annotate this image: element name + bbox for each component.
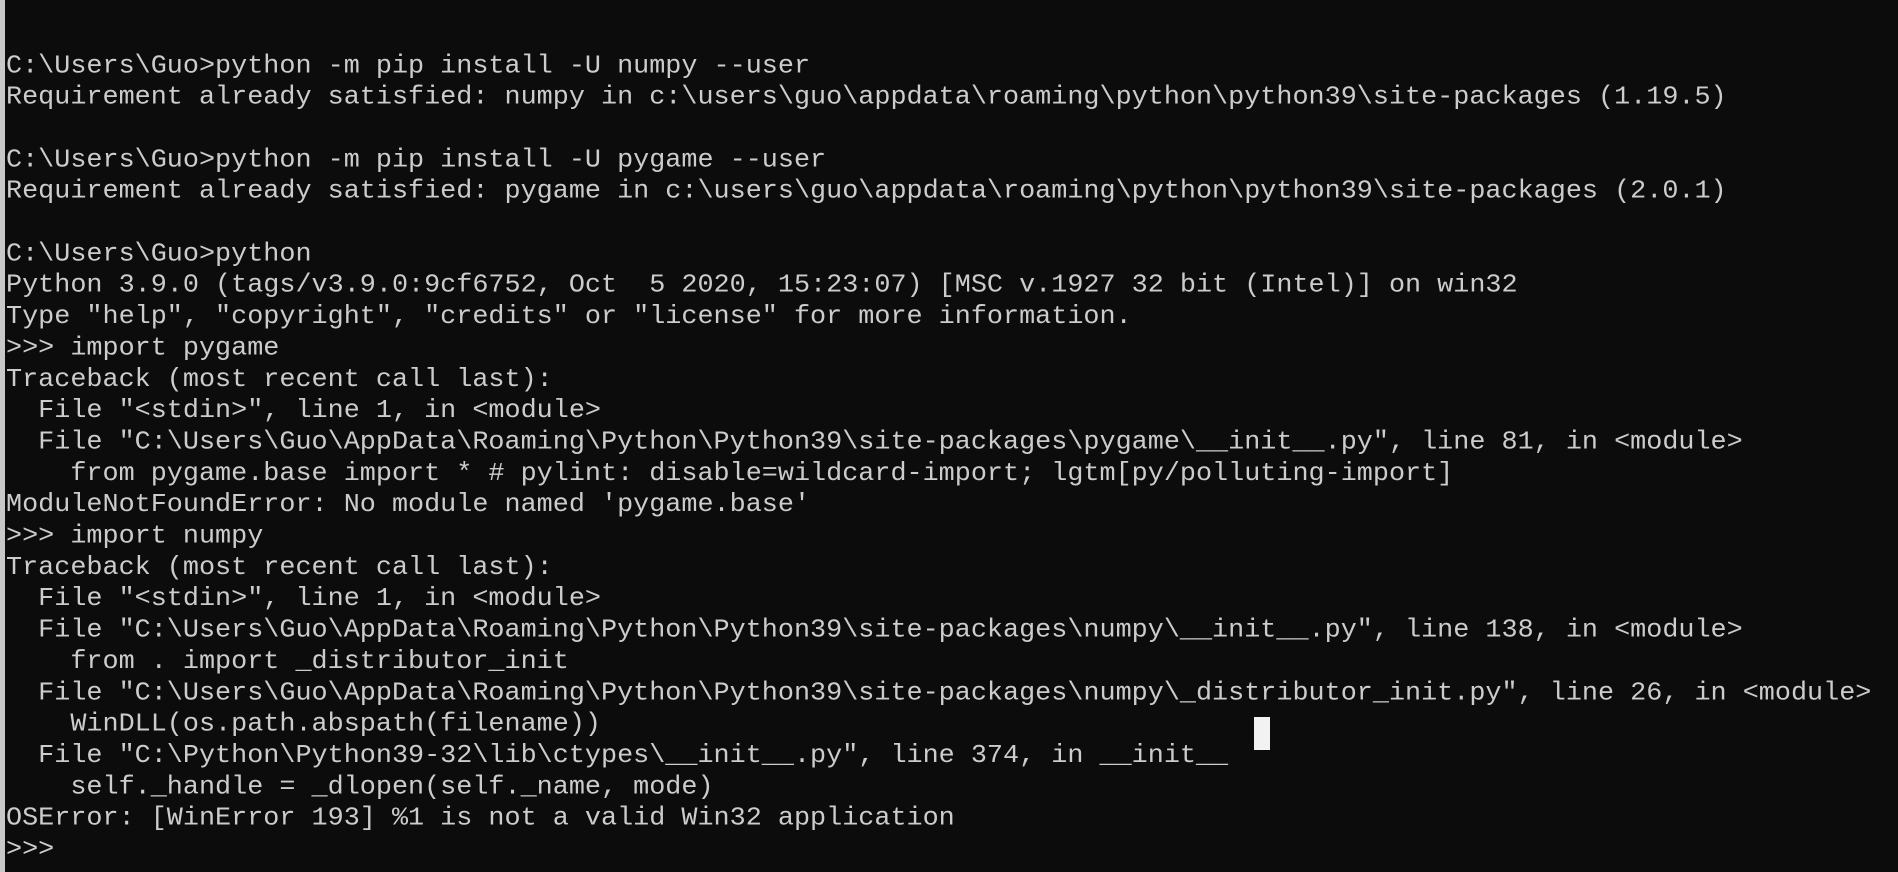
error-line-oserror: OSError: [WinError 193] %1 is not a vali… xyxy=(6,804,955,834)
traceback-frame: File "C:\Python\Python39-32\lib\ctypes\_… xyxy=(6,742,1229,771)
console-line-blank xyxy=(6,208,1871,239)
repl-line-import-numpy: >>> import numpy xyxy=(6,522,264,552)
traceback-header: Traceback (most recent call last): xyxy=(6,365,553,395)
traceback-frame: File "C:\Users\Guo\AppData\Roaming\Pytho… xyxy=(6,616,1743,646)
traceback-frame: File "<stdin>", line 1, in <module> xyxy=(6,585,601,614)
traceback-frame: File "C:\Users\Guo\AppData\Roaming\Pytho… xyxy=(6,428,1743,458)
traceback-frame: File "<stdin>", line 1, in <module> xyxy=(6,397,601,426)
traceback-source-line: self._handle = _dlopen(self._name, mode) xyxy=(6,773,714,802)
output-line-numpy-satisfied: Requirement already satisfied: numpy in … xyxy=(6,83,1727,113)
command-line-pip-install-pygame: C:\Users\Guo>python -m pip install -U py… xyxy=(6,146,827,175)
console-output[interactable]: C:\Users\Guo>python -m pip install -U nu… xyxy=(6,20,1871,866)
repl-prompt[interactable]: >>> xyxy=(6,835,1871,866)
window-left-border xyxy=(0,0,5,872)
text-cursor xyxy=(1254,717,1270,750)
repl-line-import-pygame: >>> import pygame xyxy=(6,334,280,363)
traceback-frame: File "C:\Users\Guo\AppData\Roaming\Pytho… xyxy=(6,679,1872,708)
output-line-python-help: Type "help", "copyright", "credits" or "… xyxy=(6,303,1132,332)
traceback-source-line: WinDLL(os.path.abspath(filename)) xyxy=(6,710,601,740)
console-line-blank xyxy=(6,20,1871,51)
output-line-pygame-satisfied: Requirement already satisfied: pygame in… xyxy=(6,177,1727,207)
error-line-module-not-found: ModuleNotFoundError: No module named 'py… xyxy=(6,491,811,520)
traceback-source-line: from . import _distributor_init xyxy=(6,647,569,677)
command-line-pip-install-numpy: C:\Users\Guo>python -m pip install -U nu… xyxy=(6,52,811,81)
console-window[interactable]: C:\Users\Guo>python -m pip install -U nu… xyxy=(0,0,1898,872)
traceback-header: Traceback (most recent call last): xyxy=(6,553,553,583)
console-line-blank xyxy=(6,114,1871,145)
traceback-source-line: from pygame.base import * # pylint: disa… xyxy=(6,459,1454,489)
output-line-python-version: Python 3.9.0 (tags/v3.9.0:9cf6752, Oct 5… xyxy=(6,271,1518,301)
command-line-python: C:\Users\Guo>python xyxy=(6,240,312,269)
